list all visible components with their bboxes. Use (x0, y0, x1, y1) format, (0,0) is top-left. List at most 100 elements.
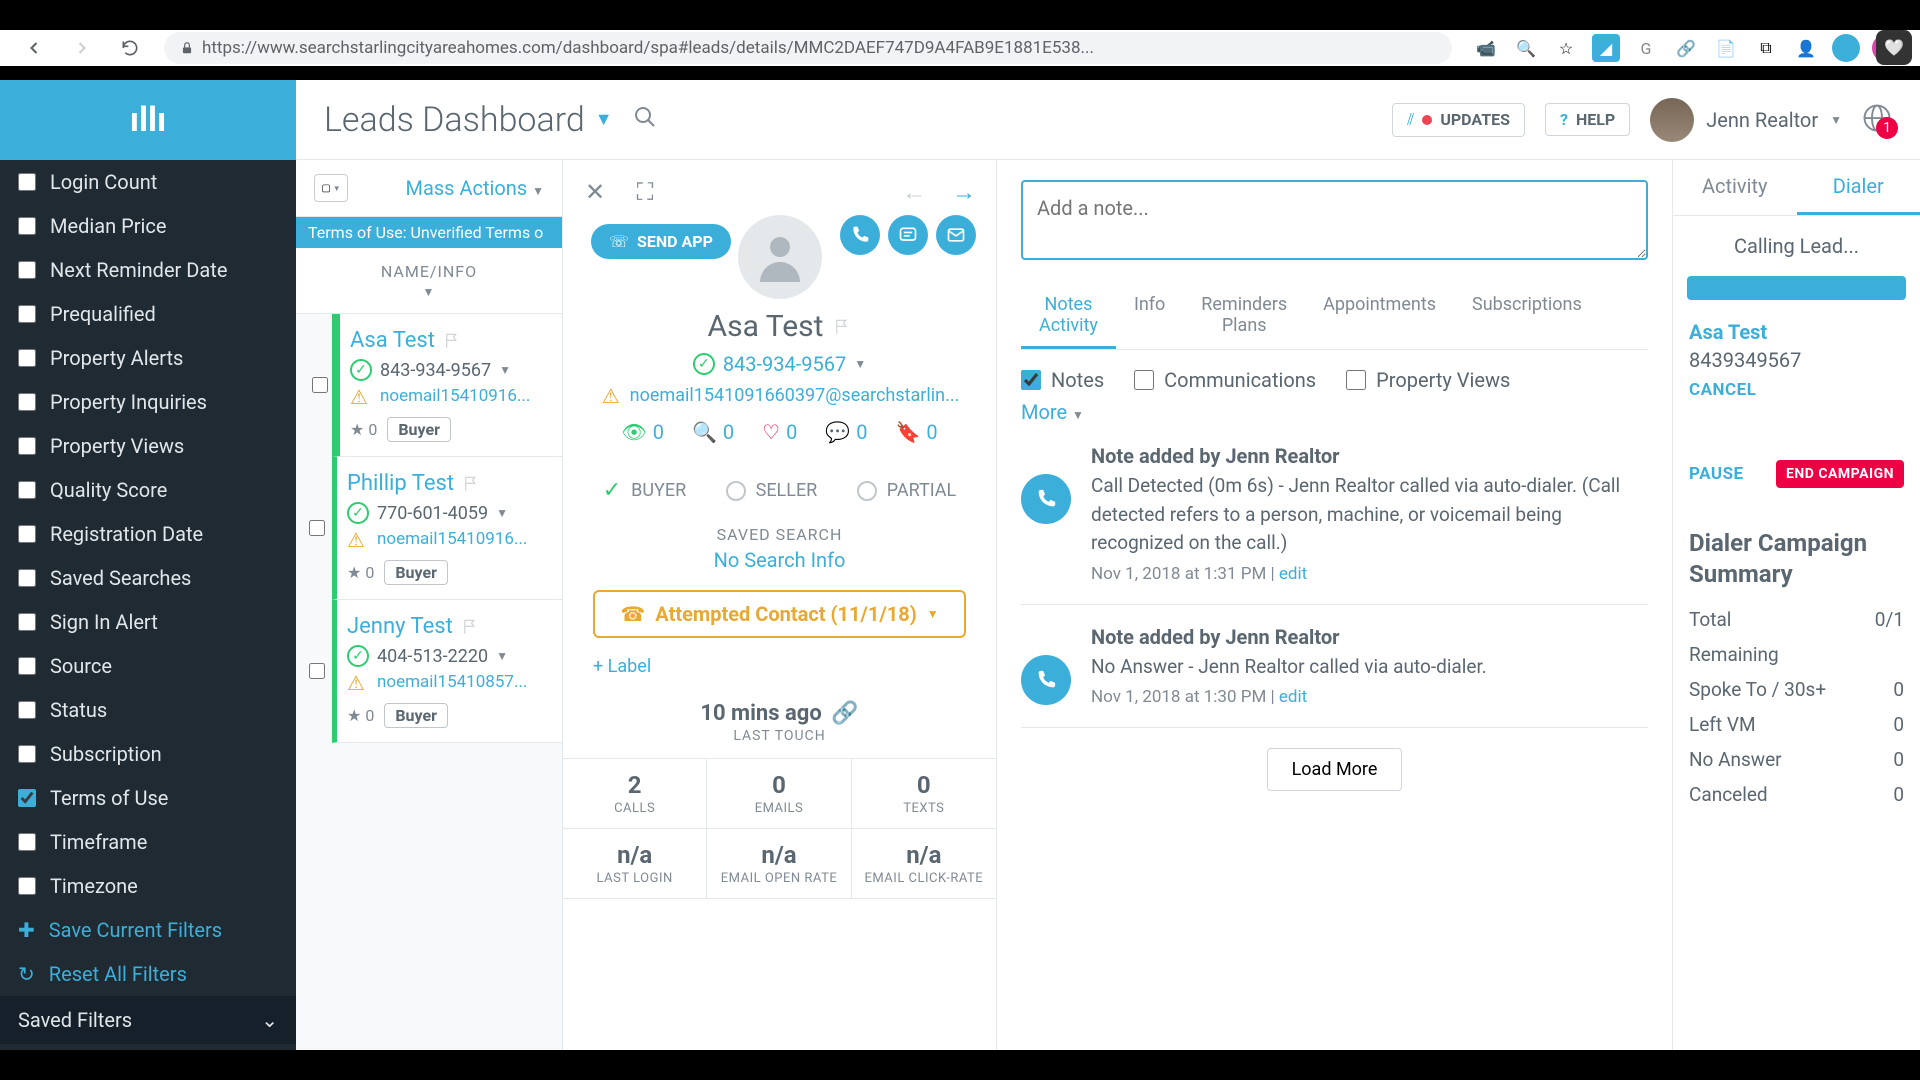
back-icon[interactable] (20, 34, 48, 62)
url-bar[interactable]: https://www.searchstarlingcityareahomes.… (164, 32, 1452, 64)
notes-tab[interactable]: NotesActivity (1021, 284, 1116, 349)
type-seller[interactable]: SELLER (726, 478, 818, 503)
zoom-icon[interactable]: 🔍 (1512, 34, 1540, 62)
filter-checkbox[interactable] (18, 437, 36, 455)
ext-icon-7[interactable] (1832, 34, 1860, 62)
notes-tab[interactable]: RemindersPlans (1183, 284, 1305, 349)
lead-phone[interactable]: ✓770-601-4059 ▼ (347, 502, 548, 524)
save-current-filters[interactable]: ✚Save Current Filters (0, 908, 296, 952)
filter-notes[interactable]: Notes (1021, 368, 1104, 392)
filter-checkbox[interactable] (18, 305, 36, 323)
filter-checkbox[interactable] (18, 833, 36, 851)
stat-searches[interactable]: 🔍0 (692, 420, 734, 444)
lead-email[interactable]: ⚠noemail15410916... (347, 528, 548, 550)
load-more-button[interactable]: Load More (1267, 748, 1403, 791)
ext-icon-1[interactable]: ◢ (1592, 34, 1620, 62)
filter-property-views[interactable]: Property Views (1346, 368, 1510, 392)
filter-checkbox[interactable] (18, 789, 36, 807)
lead-phone[interactable]: ✓404-513-2220 ▼ (347, 645, 548, 667)
end-campaign-button[interactable]: END CAMPAIGN (1776, 460, 1904, 488)
flag-icon[interactable] (462, 475, 480, 493)
pause-button[interactable]: PAUSE (1689, 464, 1744, 484)
add-note-input[interactable] (1021, 180, 1648, 260)
filter-item[interactable]: Source (0, 644, 296, 688)
filter-checkbox[interactable] (18, 173, 36, 191)
filter-item[interactable]: Registration Date (0, 512, 296, 556)
filter-checkbox[interactable] (18, 525, 36, 543)
filter-checkbox[interactable] (18, 393, 36, 411)
lead-card[interactable]: Asa Test ✓843-934-9567 ▼ ⚠noemail1541091… (332, 314, 562, 457)
stat-questions[interactable]: 💬0 (825, 420, 867, 444)
filter-item[interactable]: Next Reminder Date (0, 248, 296, 292)
filter-item[interactable]: Timezone (0, 864, 296, 908)
heart-badge-icon[interactable]: 🤍 (1876, 30, 1912, 65)
contact-status-dropdown[interactable]: ☎ Attempted Contact (11/1/18) ▼ (593, 590, 966, 638)
type-buyer[interactable]: ✓BUYER (603, 478, 686, 503)
reload-icon[interactable] (116, 34, 144, 62)
filter-item[interactable]: Subscription (0, 732, 296, 776)
filter-item[interactable]: Property Views (0, 424, 296, 468)
cancel-button[interactable]: CANCEL (1689, 380, 1904, 400)
forward-icon[interactable] (68, 34, 96, 62)
note-edit-link[interactable]: edit (1279, 564, 1307, 584)
flag-icon[interactable] (443, 332, 461, 350)
filter-item[interactable]: Terms of Use (0, 776, 296, 820)
next-lead-icon[interactable]: → (946, 174, 982, 210)
tab-dialer[interactable]: Dialer (1797, 160, 1920, 215)
saved-filters-header[interactable]: Saved Filters ⌄ (0, 996, 296, 1044)
mass-actions-dropdown[interactable]: Mass Actions ▼ (406, 176, 545, 200)
filter-checkbox[interactable] (18, 701, 36, 719)
lead-rating[interactable]: ★ 0 (347, 706, 374, 725)
filter-item[interactable]: Login Count (0, 160, 296, 204)
lead-email[interactable]: ⚠noemail15410916... (350, 385, 548, 407)
reset-all-filters[interactable]: ↻Reset All Filters (0, 952, 296, 996)
star-icon[interactable]: ☆ (1552, 34, 1580, 62)
prev-lead-icon[interactable]: ← (896, 174, 932, 210)
updates-button[interactable]: ⫽ UPDATES (1392, 103, 1525, 137)
notifications-globe[interactable]: 1 (1862, 103, 1892, 137)
email-button[interactable] (936, 215, 976, 255)
type-partial[interactable]: PARTIAL (857, 478, 957, 503)
filter-item[interactable]: Sign In Alert (0, 600, 296, 644)
lead-card[interactable]: Jenny Test ✓404-513-2220 ▼ ⚠noemail15410… (332, 600, 562, 743)
column-header[interactable]: NAME/INFO ▼ (296, 248, 562, 314)
expand-icon[interactable]: ⛶ (627, 174, 663, 210)
ext-icon-6[interactable]: 👤 (1792, 34, 1820, 62)
dashboard-title[interactable]: Leads Dashboard ▼ (324, 100, 613, 140)
call-button[interactable] (840, 215, 880, 255)
notes-tab[interactable]: Info (1116, 284, 1183, 349)
lead-email[interactable]: ⚠ noemail1541091660397@searchstarlin... (583, 384, 976, 406)
lead-checkbox[interactable] (309, 520, 325, 536)
lead-email[interactable]: ⚠noemail15410857... (347, 671, 548, 693)
filter-item[interactable]: Median Price (0, 204, 296, 248)
ext-icon-5[interactable]: ⧉ (1752, 34, 1780, 62)
filter-checkbox[interactable] (18, 745, 36, 763)
stat-favorites[interactable]: ♡0 (762, 420, 797, 444)
lead-rating[interactable]: ★ 0 (347, 563, 374, 582)
filter-item[interactable]: Prequalified (0, 292, 296, 336)
user-menu[interactable]: Jenn Realtor ▼ (1650, 98, 1842, 142)
notes-tab[interactable]: Subscriptions (1454, 284, 1600, 349)
filter-checkbox[interactable] (18, 613, 36, 631)
tab-activity[interactable]: Activity (1673, 160, 1797, 215)
lead-phone[interactable]: ✓843-934-9567 ▼ (350, 359, 548, 381)
saved-search-value[interactable]: No Search Info (563, 548, 996, 572)
close-icon[interactable]: ✕ (577, 174, 613, 210)
add-label-button[interactable]: + Label (593, 656, 996, 677)
lead-card[interactable]: Phillip Test ✓770-601-4059 ▼ ⚠noemail154… (332, 457, 562, 600)
camera-icon[interactable]: 📹 (1472, 34, 1500, 62)
ext-icon-3[interactable]: 🔗 (1672, 34, 1700, 62)
ext-icon-2[interactable]: G (1632, 34, 1660, 62)
lead-checkbox[interactable] (309, 663, 325, 679)
flag-icon[interactable] (833, 318, 851, 336)
filter-checkbox[interactable] (18, 569, 36, 587)
logo[interactable]: ıllı (0, 80, 296, 160)
stat-attachments[interactable]: 🔖0 (895, 420, 937, 444)
filter-checkbox[interactable] (18, 261, 36, 279)
search-icon[interactable] (633, 105, 657, 135)
select-all-checkbox[interactable]: ▢▼ (314, 174, 348, 202)
filter-item[interactable]: Quality Score (0, 468, 296, 512)
flag-icon[interactable] (461, 618, 479, 636)
lead-phone[interactable]: ✓ 843-934-9567 ▼ (583, 352, 976, 376)
filter-checkbox[interactable] (18, 349, 36, 367)
